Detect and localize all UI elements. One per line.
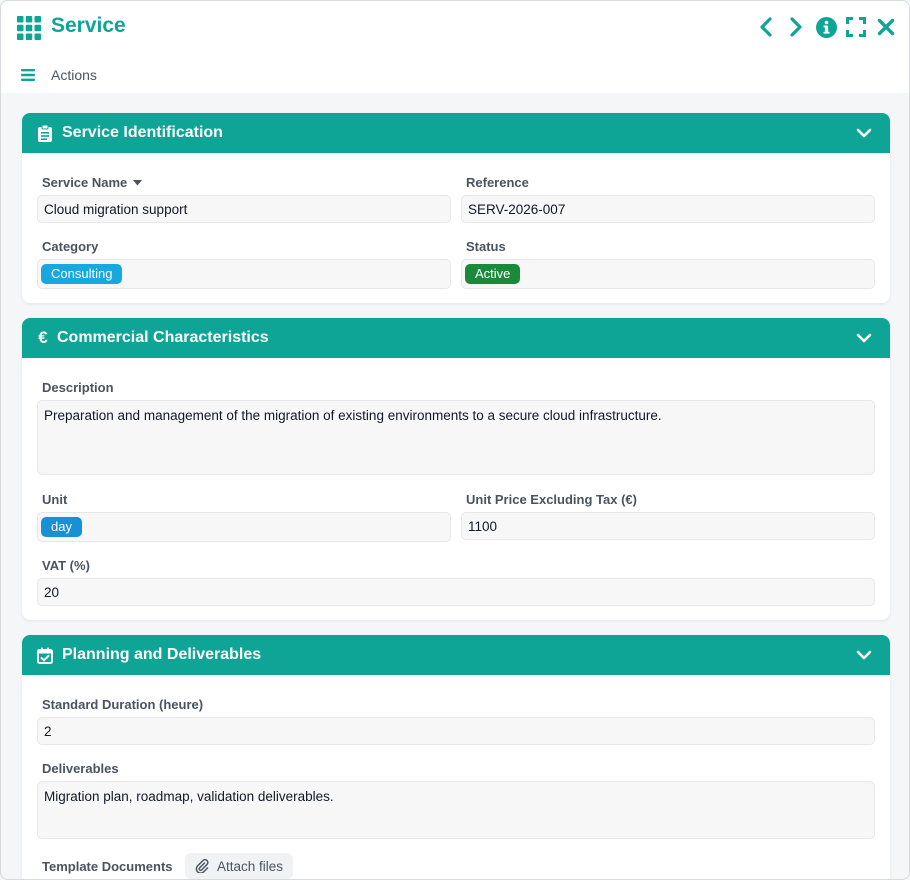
price-label: Unit Price Excluding Tax (€) bbox=[466, 492, 637, 507]
hamburger-icon[interactable] bbox=[21, 69, 35, 81]
duration-field[interactable]: 2 bbox=[37, 717, 875, 745]
caret-down-icon bbox=[133, 179, 143, 185]
previous-button[interactable] bbox=[755, 16, 777, 38]
close-button[interactable] bbox=[875, 16, 897, 38]
top-bar: Service Actions bbox=[1, 1, 909, 93]
category-chip: Consulting bbox=[41, 264, 123, 284]
section-commercial-characteristics: € Commercial Characteristics Description… bbox=[22, 318, 890, 620]
chevron-left-icon bbox=[760, 17, 772, 37]
section-title: Commercial Characteristics bbox=[57, 329, 269, 346]
section-planning-deliverables: Planning and Deliverables Standard Durat… bbox=[22, 635, 890, 879]
templates-label: Template Documents bbox=[42, 859, 173, 874]
vat-field[interactable]: 20 bbox=[37, 578, 875, 606]
price-field[interactable]: 1100 bbox=[461, 512, 875, 540]
deliverables-field[interactable]: Migration plan, roadmap, validation deli… bbox=[37, 781, 875, 839]
service-window: Service Actions Service Identification S… bbox=[0, 0, 910, 880]
section-title: Planning and Deliverables bbox=[62, 646, 262, 663]
description-field[interactable]: Preparation and management of the migrat… bbox=[37, 400, 875, 475]
unit-chip: day bbox=[41, 517, 82, 537]
info-button[interactable] bbox=[815, 16, 837, 38]
status-field[interactable]: Active bbox=[461, 259, 875, 289]
chevron-right-icon bbox=[790, 17, 802, 37]
section-header[interactable]: Planning and Deliverables bbox=[22, 635, 890, 675]
reference-label: Reference bbox=[466, 175, 529, 190]
reference-field[interactable]: SERV-2026-007 bbox=[461, 195, 875, 223]
next-button[interactable] bbox=[785, 16, 807, 38]
info-icon bbox=[815, 16, 837, 38]
fullscreen-button[interactable] bbox=[845, 16, 867, 38]
euro-icon: € bbox=[38, 328, 48, 347]
vat-label: VAT (%) bbox=[42, 558, 90, 573]
section-header[interactable]: Service Identification bbox=[22, 113, 890, 153]
service-name-label[interactable]: Service Name bbox=[42, 175, 143, 190]
category-label: Category bbox=[42, 239, 99, 254]
attach-files-button[interactable]: Attach files bbox=[185, 853, 294, 879]
attach-files-label: Attach files bbox=[217, 858, 284, 874]
unit-label: Unit bbox=[42, 492, 68, 507]
actions-label[interactable]: Actions bbox=[51, 67, 97, 83]
service-name-field[interactable]: Cloud migration support bbox=[37, 195, 451, 223]
calendar-check-icon bbox=[36, 646, 54, 664]
category-field[interactable]: Consulting bbox=[37, 259, 451, 289]
section-header[interactable]: € Commercial Characteristics bbox=[22, 318, 890, 358]
clipboard-icon bbox=[36, 124, 54, 142]
close-icon bbox=[877, 18, 895, 36]
status-label: Status bbox=[466, 239, 506, 254]
window-actions bbox=[755, 16, 897, 38]
section-service-identification: Service Identification Service Name Clou… bbox=[22, 113, 890, 303]
status-badge: Active bbox=[465, 264, 521, 284]
app-grid-icon[interactable] bbox=[17, 16, 41, 40]
chevron-down-icon[interactable] bbox=[856, 647, 872, 663]
section-title: Service Identification bbox=[62, 124, 223, 141]
deliverables-label: Deliverables bbox=[42, 761, 119, 776]
chevron-down-icon[interactable] bbox=[856, 125, 872, 141]
description-label: Description bbox=[42, 380, 114, 395]
expand-icon bbox=[846, 17, 866, 37]
page-title: Service bbox=[51, 14, 126, 37]
unit-field[interactable]: day bbox=[37, 512, 451, 542]
duration-label: Standard Duration (heure) bbox=[42, 697, 204, 712]
chevron-down-icon[interactable] bbox=[856, 330, 872, 346]
paperclip-icon bbox=[195, 859, 209, 873]
actions-menu[interactable]: Actions bbox=[21, 67, 97, 83]
